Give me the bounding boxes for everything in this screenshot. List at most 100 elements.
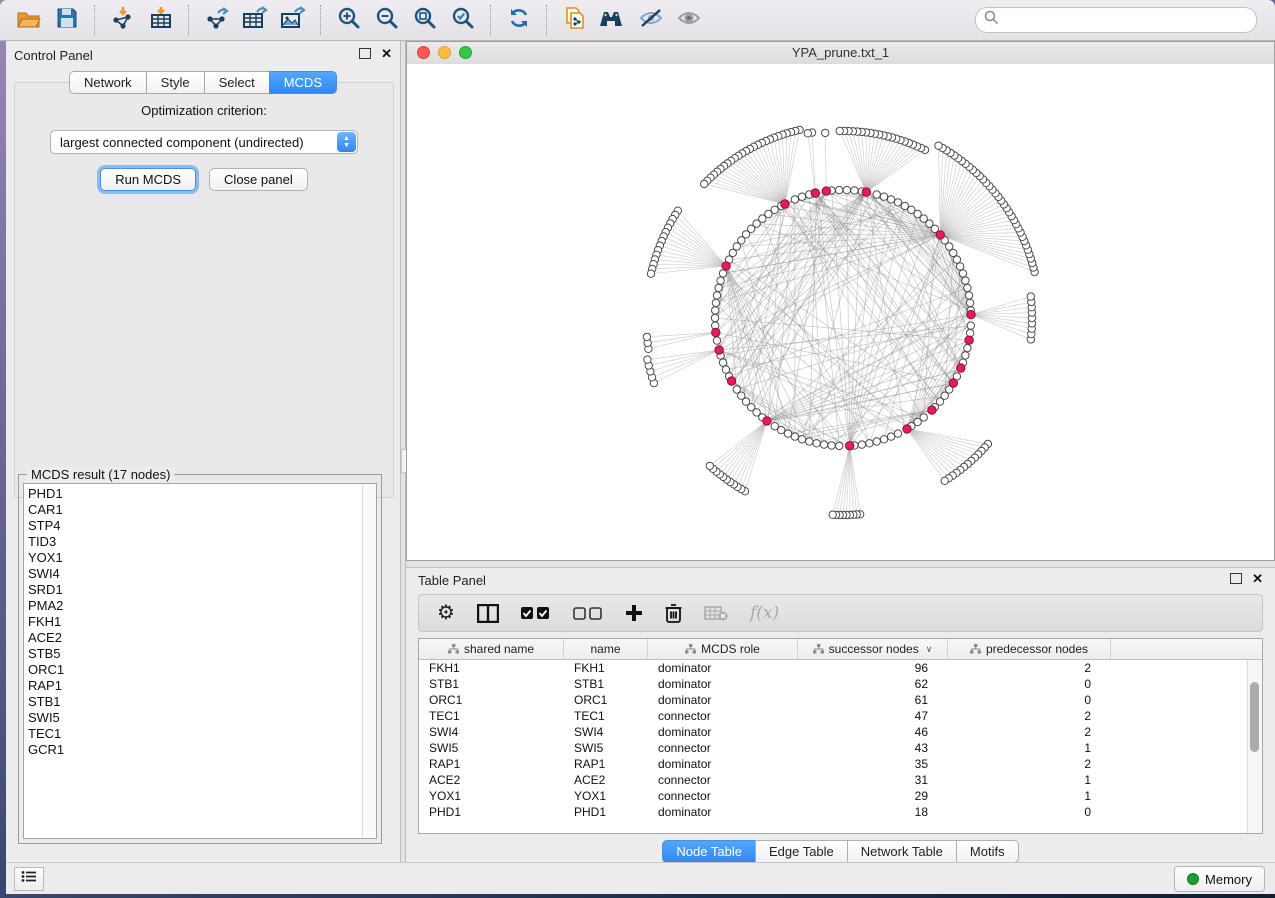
mcds-result-item[interactable]: TID3	[28, 534, 376, 550]
tab-mcds[interactable]: MCDS	[269, 71, 337, 94]
tab-style[interactable]: Style	[146, 71, 204, 94]
optimization-criterion-select[interactable]: largest connected component (undirected)…	[50, 130, 358, 154]
delete-table-icon	[704, 605, 728, 621]
tab-node-table[interactable]: Node Table	[662, 840, 755, 863]
mcds-result-item[interactable]: YOX1	[28, 550, 376, 566]
table-panel-title: Table Panel	[418, 573, 486, 588]
hide-selected-button[interactable]	[632, 4, 670, 36]
search-input[interactable]	[1003, 12, 1247, 28]
table-settings-icon[interactable]: ⚙	[437, 603, 455, 623]
column-header-predecessor-nodes[interactable]: predecessor nodes	[948, 639, 1111, 659]
window-minimize-icon[interactable]	[438, 46, 451, 59]
close-panel-icon[interactable]: ✕	[381, 49, 392, 59]
network-canvas[interactable]	[407, 64, 1274, 560]
zoom-selected-button[interactable]	[444, 4, 482, 36]
table-row[interactable]: RAP1RAP1dominator352	[419, 756, 1262, 772]
tab-edge-table[interactable]: Edge Table	[755, 840, 847, 863]
table-cell: 2	[948, 708, 1111, 724]
refresh-layout-button[interactable]	[500, 4, 538, 36]
mcds-result-item[interactable]: STB1	[28, 694, 376, 710]
export-image-icon	[280, 6, 306, 35]
column-header-successor-nodes[interactable]: successor nodes∨	[798, 639, 948, 659]
float-panel-icon[interactable]	[359, 48, 371, 59]
mcds-result-item[interactable]: ACE2	[28, 630, 376, 646]
mcds-result-item[interactable]: RAP1	[28, 678, 376, 694]
network-window-titlebar[interactable]: YPA_prune.txt_1	[407, 42, 1274, 65]
table-row[interactable]: ACE2ACE2connector311	[419, 772, 1262, 788]
tab-motifs[interactable]: Motifs	[956, 840, 1019, 863]
delete-column-icon[interactable]	[665, 603, 682, 623]
hide-selected-icon	[638, 7, 664, 34]
import-table-icon	[149, 6, 173, 35]
window-zoom-icon[interactable]	[459, 46, 472, 59]
mcds-result-item[interactable]: STB5	[28, 646, 376, 662]
tab-select[interactable]: Select	[204, 71, 269, 94]
memory-button[interactable]: Memory	[1174, 866, 1265, 892]
mcds-list-scrollbar[interactable]	[362, 484, 376, 838]
mcds-result-list[interactable]: PHD1CAR1STP4TID3YOX1SWI4SRD1PMA2FKH1ACE2…	[23, 483, 377, 839]
table-cell: connector	[648, 788, 798, 804]
zoom-in-button[interactable]	[330, 4, 368, 36]
table-row[interactable]: PHD1PHD1dominator180	[419, 804, 1262, 820]
import-table-button[interactable]	[142, 4, 180, 36]
close-panel-button[interactable]: Close panel	[209, 168, 308, 191]
zoom-fit-button[interactable]	[406, 4, 444, 36]
add-column-icon[interactable]	[625, 604, 643, 622]
save-session-button[interactable]	[48, 4, 86, 36]
select-all-icon[interactable]	[521, 606, 551, 620]
search-icon	[984, 10, 999, 30]
table-scrollbar[interactable]	[1247, 660, 1262, 833]
mcds-result-item[interactable]: FKH1	[28, 614, 376, 630]
close-panel-icon[interactable]: ✕	[1252, 574, 1263, 584]
table-row[interactable]: SWI4SWI4dominator462	[419, 724, 1262, 740]
first-neighbors-button[interactable]	[594, 4, 632, 36]
mcds-result-item[interactable]: SRD1	[28, 582, 376, 598]
table-cell: 46	[798, 724, 948, 740]
table-cell: 47	[798, 708, 948, 724]
tab-network[interactable]: Network	[69, 71, 146, 94]
horizontal-splitter[interactable]	[406, 561, 1275, 568]
tab-network-table[interactable]: Network Table	[847, 840, 956, 863]
copy-network-button[interactable]	[556, 4, 594, 36]
column-header-shared-name[interactable]: shared name	[419, 639, 564, 659]
mcds-result-item[interactable]: SWI5	[28, 710, 376, 726]
split-panel-icon[interactable]	[477, 604, 499, 623]
optimization-criterion-value: largest connected component (undirected)	[60, 135, 304, 150]
export-network-button[interactable]	[198, 4, 236, 36]
table-row[interactable]: YOX1YOX1connector291	[419, 788, 1262, 804]
show-all-button[interactable]	[670, 4, 708, 36]
optimization-criterion-label: Optimization criterion:	[15, 103, 393, 118]
table-tabs: Node TableEdge TableNetwork TableMotifs	[406, 840, 1275, 863]
table-row[interactable]: FKH1FKH1dominator962	[419, 660, 1262, 676]
show-panels-button[interactable]	[14, 867, 44, 891]
search-field[interactable]	[975, 7, 1257, 33]
run-mcds-button[interactable]: Run MCDS	[100, 168, 196, 191]
mcds-result-item[interactable]: PHD1	[28, 486, 376, 502]
mcds-result-item[interactable]: CAR1	[28, 502, 376, 518]
export-image-button[interactable]	[274, 4, 312, 36]
table-cell: 31	[798, 772, 948, 788]
node-table[interactable]: shared namenameMCDS rolesuccessor nodes∨…	[418, 638, 1263, 834]
table-row[interactable]: TEC1TEC1connector472	[419, 708, 1262, 724]
window-close-icon[interactable]	[417, 46, 430, 59]
table-scrollbar-thumb[interactable]	[1250, 682, 1259, 752]
application-window: Control Panel ✕ NetworkStyleSelectMCDS O…	[0, 0, 1275, 898]
deselect-all-icon[interactable]	[573, 606, 603, 620]
table-row[interactable]: ORC1ORC1dominator610	[419, 692, 1262, 708]
float-panel-icon[interactable]	[1230, 573, 1242, 584]
mcds-result-item[interactable]: TEC1	[28, 726, 376, 742]
column-header-name[interactable]: name	[564, 639, 648, 659]
import-network-button[interactable]	[104, 4, 142, 36]
mcds-result-item[interactable]: STP4	[28, 518, 376, 534]
table-row[interactable]: SWI5SWI5connector431	[419, 740, 1262, 756]
table-row[interactable]: STB1STB1dominator620	[419, 676, 1262, 692]
memory-label: Memory	[1205, 872, 1252, 887]
mcds-result-item[interactable]: PMA2	[28, 598, 376, 614]
export-table-button[interactable]	[236, 4, 274, 36]
mcds-result-item[interactable]: ORC1	[28, 662, 376, 678]
mcds-result-item[interactable]: SWI4	[28, 566, 376, 582]
zoom-out-button[interactable]	[368, 4, 406, 36]
mcds-result-item[interactable]: GCR1	[28, 742, 376, 758]
column-header-MCDS-role[interactable]: MCDS role	[648, 639, 798, 659]
open-file-button[interactable]	[10, 4, 48, 36]
